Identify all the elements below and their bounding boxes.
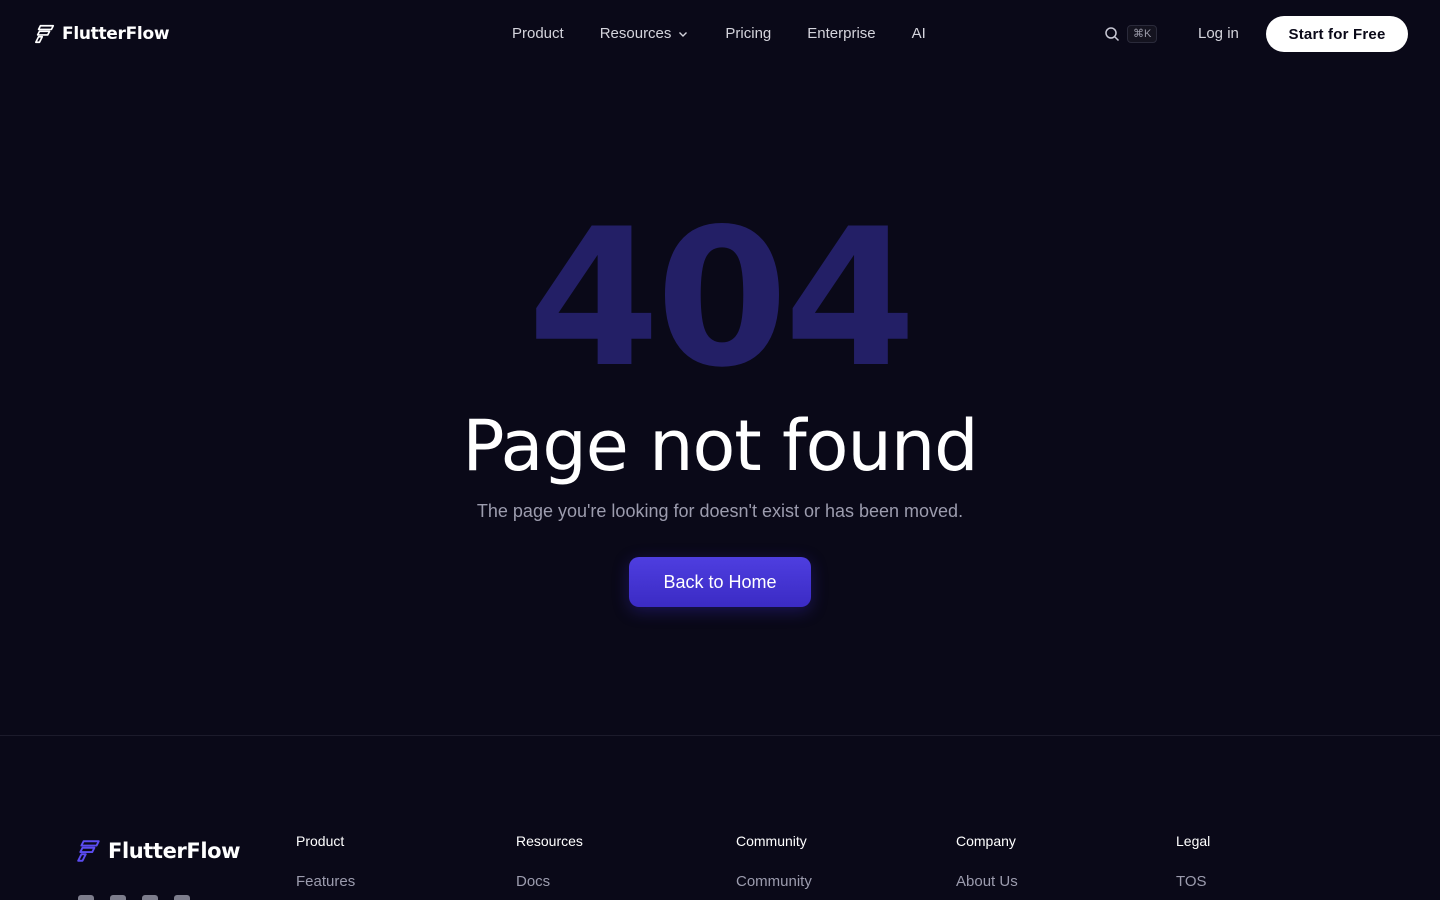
brand-name: FlutterFlow <box>62 24 170 44</box>
footer-column-community: Community Community <box>736 832 812 892</box>
linkedin-icon[interactable] <box>110 895 126 900</box>
nav-link-label: AI <box>911 25 926 42</box>
flutterflow-logo-icon <box>77 840 100 862</box>
back-to-home-button[interactable]: Back to Home <box>629 557 811 607</box>
top-nav: FlutterFlow Product Resources Pricing En… <box>0 0 1440 68</box>
footer-link[interactable]: About Us <box>956 872 1018 892</box>
nav-link-label: Pricing <box>725 25 772 42</box>
footer-column-product: Product Features <box>296 832 355 892</box>
footer-link[interactable]: TOS <box>1176 872 1210 892</box>
nav-link-resources[interactable]: Resources <box>600 24 690 44</box>
flutterflow-logo-icon <box>35 24 55 44</box>
nav-link-ai[interactable]: AI <box>912 24 926 44</box>
search-shortcut: ⌘K <box>1127 25 1158 43</box>
nav-links: Product Resources Pricing Enterprise AI <box>512 24 926 44</box>
footer-heading: Product <box>296 833 345 849</box>
nav-link-pricing[interactable]: Pricing <box>725 24 771 44</box>
x-icon[interactable] <box>78 895 94 900</box>
page-subtitle: The page you're looking for doesn't exis… <box>476 501 964 521</box>
start-for-free-button[interactable]: Start for Free <box>1266 16 1408 52</box>
footer-brand-name: FlutterFlow <box>108 839 241 863</box>
footer-column-legal: Legal TOS <box>1176 832 1210 892</box>
social-links <box>78 895 190 900</box>
footer-heading: Company <box>956 833 1016 849</box>
footer-brand-logo[interactable]: FlutterFlow <box>76 838 241 864</box>
page-title: Page not found <box>462 405 978 487</box>
discord-icon[interactable] <box>174 895 190 900</box>
search-button[interactable]: ⌘K <box>1104 25 1158 43</box>
footer-link[interactable]: Features <box>296 872 355 892</box>
login-link[interactable]: Log in <box>1198 24 1239 44</box>
footer-link[interactable]: Community <box>736 872 812 892</box>
footer-column-resources: Resources Docs <box>516 832 583 892</box>
footer-column-company: Company About Us <box>956 832 1018 892</box>
footer-heading: Legal <box>1176 833 1211 849</box>
search-icon <box>1105 27 1120 42</box>
footer-heading: Resources <box>516 833 583 849</box>
nav-link-product[interactable]: Product <box>512 24 564 44</box>
youtube-icon[interactable] <box>142 895 158 900</box>
brand-logo[interactable]: FlutterFlow <box>34 22 170 46</box>
footer-heading: Community <box>736 833 807 849</box>
chevron-down-icon <box>679 32 688 37</box>
error-code: 404 <box>527 188 917 409</box>
nav-link-label: Resources <box>599 25 672 42</box>
nav-link-label: Product <box>512 25 564 42</box>
nav-link-enterprise[interactable]: Enterprise <box>807 24 875 44</box>
footer-divider <box>0 735 1440 736</box>
footer-link[interactable]: Docs <box>516 872 583 892</box>
nav-link-label: Enterprise <box>807 25 876 42</box>
